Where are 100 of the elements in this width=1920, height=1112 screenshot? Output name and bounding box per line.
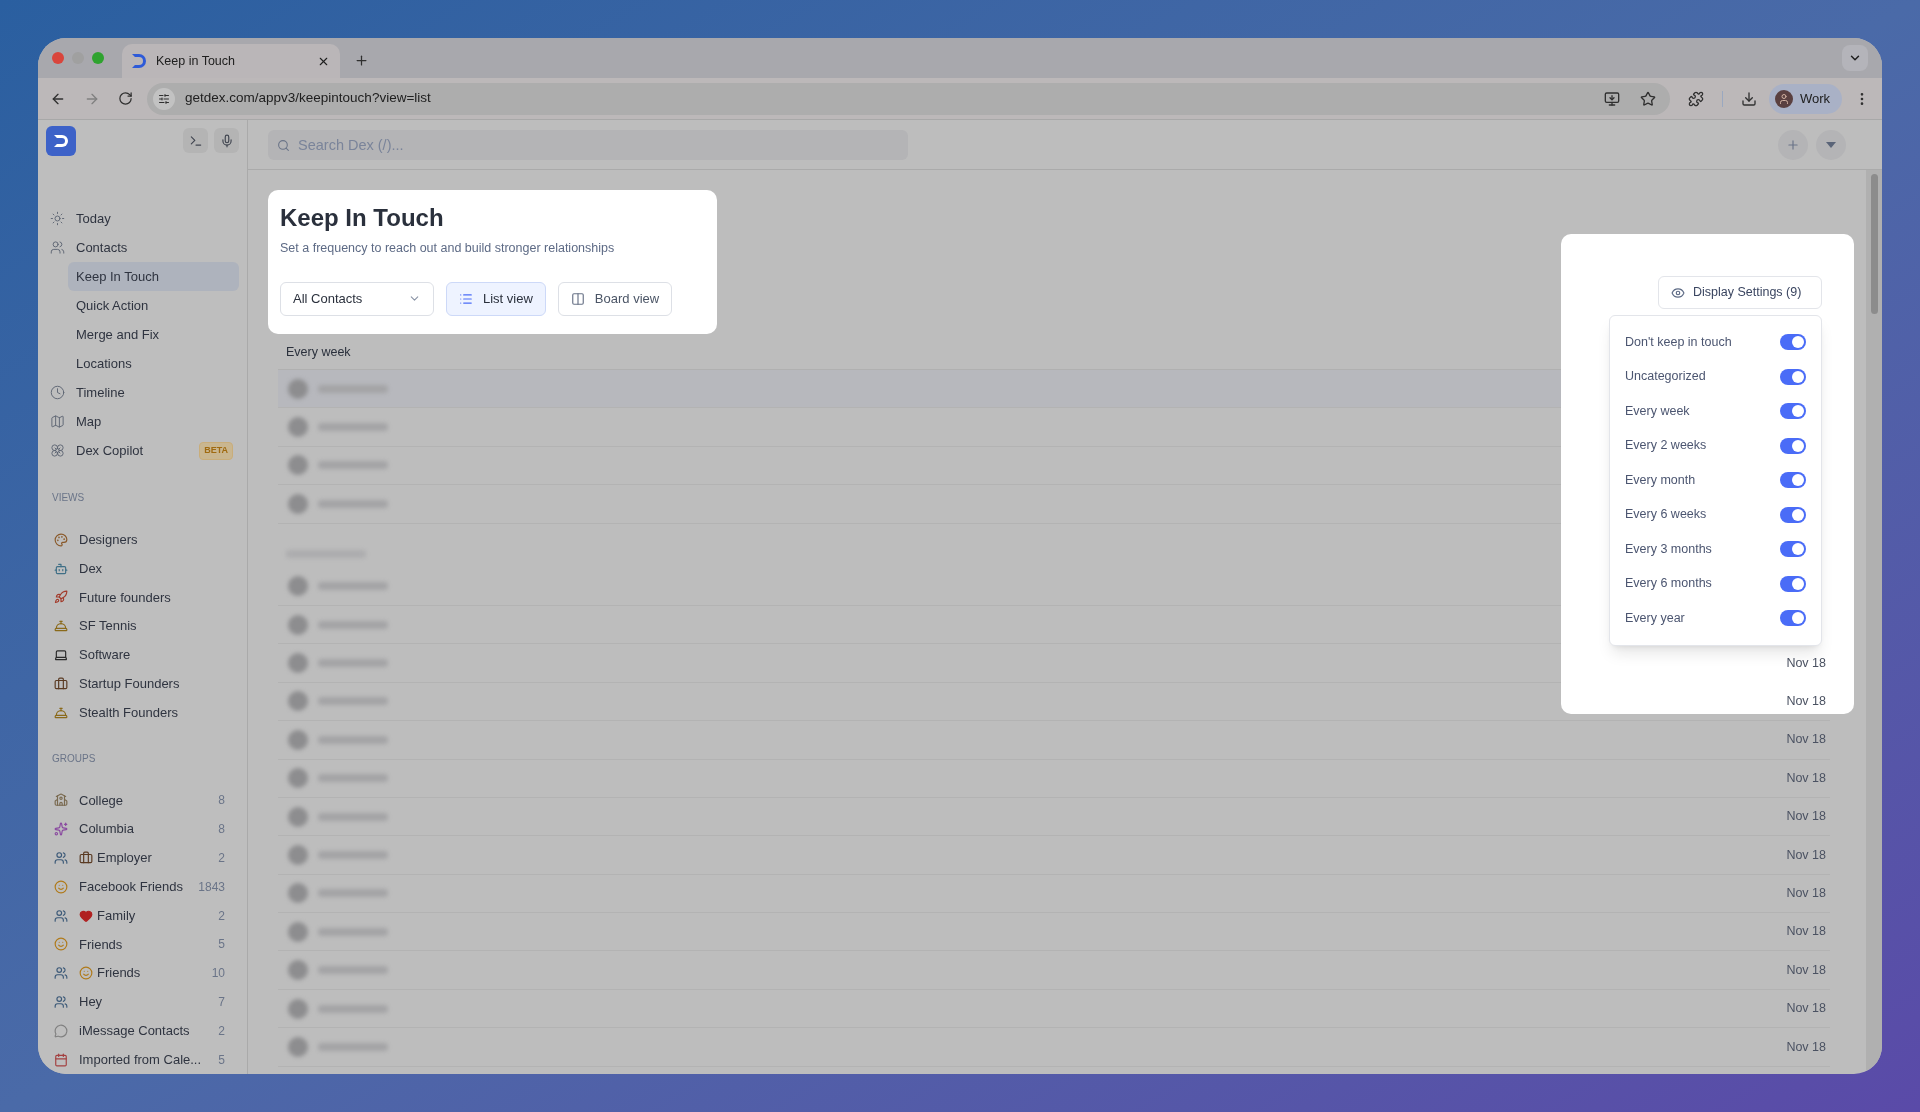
reload-icon[interactable] — [118, 91, 133, 106]
users-icon — [54, 966, 68, 981]
group-count: 5 — [218, 936, 225, 954]
avatar-icon — [288, 417, 308, 438]
avatar-icon — [288, 960, 308, 981]
plus-icon — [1786, 137, 1800, 152]
avatar-icon — [288, 455, 308, 476]
view-toggle-button[interactable]: Board view — [557, 281, 673, 316]
chat-bubble-icon — [54, 1023, 68, 1038]
option-label: Every week — [1625, 402, 1691, 420]
sidebar-item[interactable]: Timeline — [50, 378, 239, 408]
sun-icon — [50, 211, 65, 227]
users-icon — [50, 240, 65, 256]
new-tab-icon[interactable] — [354, 53, 369, 68]
avatar-icon — [288, 1036, 308, 1057]
option-label: Every year — [1625, 609, 1686, 627]
group-count: 8 — [218, 821, 225, 839]
view-item[interactable]: SF Tennis — [54, 611, 247, 641]
microphone-button[interactable] — [214, 128, 239, 154]
sidebar-item[interactable]: Merge and Fix — [68, 320, 239, 350]
group-item[interactable]: College 8 — [54, 786, 225, 815]
group-item[interactable]: Family 2 — [54, 901, 225, 930]
group-item[interactable]: Hey 7 — [54, 987, 225, 1017]
date-text: Nov 18 — [1786, 808, 1826, 826]
group-item[interactable]: iMessage Contacts 2 — [54, 1016, 225, 1046]
toggle-switch[interactable] — [1780, 334, 1806, 351]
avatar-icon — [288, 691, 308, 712]
avatar-icon — [288, 768, 308, 789]
toggle-switch[interactable] — [1780, 506, 1806, 523]
search-field[interactable]: Search Dex (/)... — [268, 129, 908, 160]
date-text: Nov 18 — [1786, 885, 1826, 902]
tab-list-button[interactable] — [1842, 45, 1868, 71]
sparkle-icon — [54, 822, 68, 837]
sidebar-item[interactable]: Dex Copilot BETA — [50, 436, 239, 466]
toggle-switch[interactable] — [1780, 541, 1806, 558]
sidebar-item[interactable]: Today — [50, 204, 239, 234]
users-icon — [54, 908, 68, 923]
users-icon — [54, 851, 68, 865]
date-text: Nov 18 — [1786, 961, 1826, 979]
toggle-switch[interactable] — [1780, 575, 1806, 592]
contacts-filter-dropdown[interactable]: All Contacts — [280, 281, 434, 316]
avatar-icon — [288, 378, 308, 399]
install-app-icon[interactable] — [1603, 90, 1620, 107]
group-count: 5 — [218, 1051, 225, 1069]
site-settings-icon[interactable] — [158, 92, 170, 105]
sidebar-item[interactable]: Locations — [68, 349, 239, 379]
group-item[interactable]: Friends 10 — [54, 958, 225, 988]
group-item[interactable]: Columbia 8 — [54, 814, 225, 844]
list-icon — [459, 291, 473, 306]
smile-icon — [54, 937, 68, 952]
users-icon — [54, 995, 68, 1009]
dex-logo-icon — [132, 54, 146, 68]
avatar-icon — [288, 883, 308, 904]
toggle-switch[interactable] — [1780, 472, 1806, 489]
view-item[interactable]: Startup Founders — [54, 669, 247, 699]
download-icon[interactable] — [1740, 90, 1757, 107]
command-button[interactable] — [183, 128, 208, 154]
option-label: Don't keep in touch — [1625, 333, 1733, 351]
group-item[interactable]: Facebook Friends 1843 — [54, 872, 225, 902]
sidebar-item[interactable]: Contacts — [50, 233, 239, 263]
scrollbar-thumb[interactable] — [1870, 174, 1878, 314]
browser-tab[interactable]: Keep in Touch — [122, 44, 340, 78]
date-text: Nov 18 — [1786, 1038, 1826, 1056]
view-item[interactable]: Dex — [54, 554, 247, 584]
view-item[interactable]: Designers — [54, 525, 247, 555]
date-text: Nov 18 — [1786, 731, 1826, 749]
toggle-switch[interactable] — [1780, 368, 1806, 385]
group-item[interactable]: Imported from Cale... 5 — [54, 1045, 225, 1074]
sidebar-item[interactable]: Keep In Touch — [68, 262, 239, 292]
group-item[interactable]: Friends 5 — [54, 930, 225, 959]
smile-icon — [54, 879, 68, 894]
robot-icon — [54, 561, 68, 576]
group-count: 10 — [211, 965, 225, 983]
sidebar-item[interactable]: Quick Action — [68, 291, 239, 321]
toggle-switch[interactable] — [1780, 610, 1806, 627]
avatar-icon — [288, 921, 308, 942]
briefcase-icon — [79, 851, 93, 865]
extensions-icon[interactable] — [1687, 90, 1704, 107]
view-item[interactable]: Future founders — [54, 583, 247, 612]
toggle-switch[interactable] — [1780, 437, 1806, 454]
columns-icon — [570, 291, 585, 306]
view-item[interactable]: Stealth Founders — [54, 698, 247, 728]
display-settings-button[interactable]: Display Settings (9) — [1658, 276, 1822, 309]
avatar-icon — [288, 653, 308, 674]
group-count: 1843 — [198, 878, 225, 896]
view-toggle-button[interactable]: List view — [446, 281, 546, 316]
group-item[interactable]: Employer 2 — [54, 843, 225, 873]
view-item[interactable]: Software — [54, 640, 247, 670]
toggle-switch[interactable] — [1780, 403, 1806, 420]
profile-button[interactable]: Work — [1768, 83, 1842, 114]
bookmark-star-icon[interactable] — [1639, 90, 1656, 107]
dropdown-button[interactable] — [1816, 129, 1846, 160]
sidebar-item[interactable]: Map — [50, 407, 239, 437]
date-text: Nov 18 — [1786, 846, 1826, 864]
clock-icon — [50, 385, 65, 401]
date-text: Nov 18 — [1786, 654, 1826, 672]
avatar-icon — [1774, 89, 1793, 108]
calendar-icon — [54, 1052, 68, 1067]
address-bar[interactable]: getdex.com/appv3/keepintouch?view=list — [147, 82, 1670, 115]
dex-logo[interactable] — [46, 125, 76, 156]
